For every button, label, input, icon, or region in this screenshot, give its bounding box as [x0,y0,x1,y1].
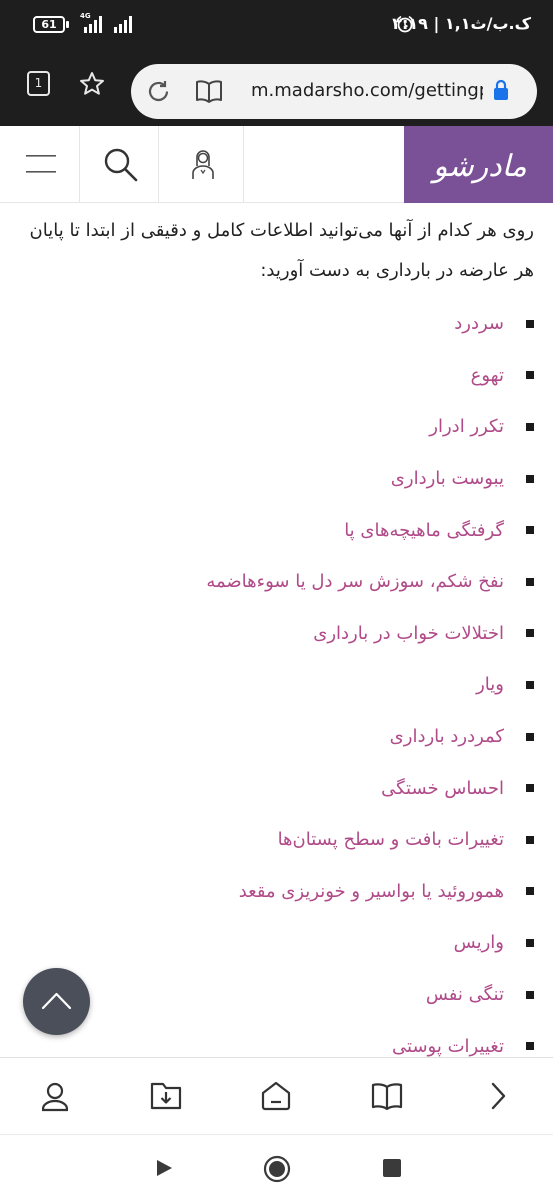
list-item: واریس [14,917,534,969]
status-bar: 61 4G ۳:۱۹ | ۱,۱ک.ب/ث [0,0,553,50]
list-bullet [526,319,534,328]
article-content: روی هر کدام از آنها می‌توانید اطلاعات کا… [0,203,553,1057]
symptom-link-breast-changes[interactable]: تغییرات بافت و سطح پستان‌ها [278,829,504,850]
list-item: گرفتگی ماهیچه‌های پا [14,504,534,556]
list-bullet [526,526,534,535]
home-circle-icon[interactable] [263,1155,291,1183]
home-icon[interactable] [259,1079,293,1113]
list-item: کمردرد بارداری [14,711,534,763]
list-item: سردرد [14,298,534,350]
list-bullet [526,835,534,844]
signal-strength-icon [84,16,102,33]
browser-toolbar: 1 m.madarsho.com/gettingpregnant [0,50,553,126]
recent-apps-icon[interactable] [383,1159,401,1177]
user-avatar-icon [192,150,214,179]
list-item: تهوع [14,350,534,402]
list-item: تغییرات بافت و سطح پستان‌ها [14,814,534,866]
symptom-link-varicose-veins[interactable]: واریس [454,932,504,953]
system-navigation-bar [0,1134,553,1200]
symptom-list: سردرد تهوع تکرر ادرار یبوست بارداری گرفت… [14,298,534,1057]
symptom-link-back-pain[interactable]: کمردرد بارداری [390,726,504,747]
symptom-link-nausea[interactable]: تهوع [471,365,504,386]
madarsho-logo-icon: مادرشو [429,149,527,184]
reload-icon[interactable] [145,78,172,105]
reader-mode-icon[interactable] [195,79,223,104]
star-icon[interactable] [78,70,106,98]
address-bar[interactable]: m.madarsho.com/gettingpregnant [131,64,537,119]
list-bullet [526,990,534,999]
site-logo[interactable]: مادرشو [404,126,553,203]
bookmarks-icon[interactable] [370,1079,404,1113]
article-intro-paragraph: روی هر کدام از آنها می‌توانید اطلاعات کا… [29,220,534,281]
list-item: ویار [14,659,534,711]
list-item: نفخ شکم، سوزش سر دل یا سوءهاضمه [14,556,534,608]
battery-indicator: 61 [33,16,65,33]
signal-strength-icon-2 [114,16,132,33]
symptom-link-skin-changes[interactable]: تغییرات پوستی [392,1036,504,1057]
tab-switcher-button[interactable]: 1 [27,71,50,96]
hamburger-menu-icon [26,155,56,173]
profile-icon[interactable] [38,1079,72,1113]
list-bullet [526,629,534,638]
list-bullet [526,938,534,947]
list-item: تنگی نفس [14,969,534,1021]
list-item: تکرر ادرار [14,401,534,453]
list-bullet [526,887,534,896]
list-item: هموروئید یا بواسیر و خونریزی مقعد [14,866,534,918]
play-back-icon[interactable] [154,1158,174,1178]
symptom-link-constipation[interactable]: یبوست بارداری [391,468,504,489]
chevron-up-icon [41,992,72,1010]
list-item: احساس خستگی [14,762,534,814]
symptom-link-fatigue[interactable]: احساس خستگی [381,778,504,799]
list-item: اختلالات خواب در بارداری [14,608,534,660]
symptom-link-headache[interactable]: سردرد [454,313,504,334]
list-bullet [526,371,534,380]
list-bullet [526,577,534,586]
symptom-link-leg-cramps[interactable]: گرفتگی ماهیچه‌های پا [344,520,504,541]
symptom-link-frequent-urination[interactable]: تکرر ادرار [429,416,504,437]
list-bullet [526,1042,534,1051]
symptom-link-sleep-disorders[interactable]: اختلالات خواب در بارداری [313,623,504,644]
list-item: تغییرات پوستی [14,1020,534,1057]
search-button[interactable] [80,126,159,203]
menu-button[interactable] [0,126,80,203]
symptom-link-shortness-of-breath[interactable]: تنگی نفس [426,984,504,1005]
list-bullet [526,732,534,741]
list-bullet [526,422,534,431]
logo-text: مادرشو [429,149,527,184]
search-icon [104,148,138,182]
scroll-to-top-button[interactable] [23,968,90,1035]
list-item: یبوست بارداری [14,453,534,505]
lock-icon[interactable] [492,79,510,101]
status-time: ۳:۱۹ | ۱,۱ک.ب/ث [392,14,531,33]
list-bullet [526,474,534,483]
symptom-link-cravings[interactable]: ویار [476,674,504,695]
url-text[interactable]: m.madarsho.com/gettingpregnant [251,80,483,104]
battery-tip [66,21,69,28]
browser-bottom-nav [0,1057,553,1134]
downloads-icon[interactable] [149,1079,183,1113]
list-bullet [526,784,534,793]
list-bullet [526,680,534,689]
symptom-link-hemorrhoids[interactable]: هموروئید یا بواسیر و خونریزی مقعد [239,881,504,902]
site-header: مادرشو [0,126,553,203]
user-account-button[interactable] [159,126,244,203]
forward-icon[interactable] [482,1079,516,1113]
symptom-link-bloating-heartburn[interactable]: نفخ شکم، سوزش سر دل یا سوءهاضمه [206,571,504,592]
